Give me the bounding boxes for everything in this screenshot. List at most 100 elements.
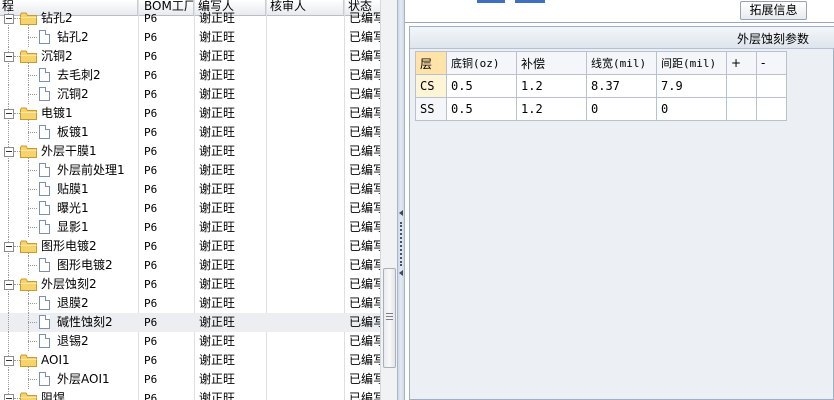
writer-cell: 谢正旺 [199,277,236,291]
remove-cell[interactable] [756,97,787,121]
group-title: 外层蚀刻参数 [736,32,809,46]
table-row[interactable]: CS 0.5 1.2 8.37 7.9 [415,74,787,98]
compensation-cell[interactable]: 1.2 [516,97,587,121]
table-row[interactable]: SS 0.5 1.2 0 0 [415,97,787,121]
header-layer[interactable]: 层 [415,51,447,75]
tree-row[interactable]: 碱性蚀刻2 P6 谢正旺 已编写 [0,313,380,332]
tree-row[interactable]: 图形电镀2 P6 谢正旺 已编写 [0,256,380,275]
line-width-cell[interactable]: 8.37 [586,74,657,98]
spacing-cell[interactable]: 7.9 [656,74,727,98]
writer-cell: 谢正旺 [199,125,236,139]
base-copper-cell[interactable]: 0.5 [446,74,517,98]
tree-node[interactable]: 去毛刺2 [0,66,138,85]
tree-connector-line [28,189,37,190]
add-cell[interactable] [726,74,757,98]
collapse-toggle-icon[interactable] [4,280,14,290]
bom-factory-cell: P6 [144,107,158,120]
reviewer-cell [270,28,340,47]
header-compensation[interactable]: 补偿 [516,51,587,75]
tree-row[interactable]: 外层干膜1 P6 谢正旺 已编写 [0,142,380,161]
tab-indicator[interactable] [477,0,505,3]
tree-row[interactable]: AOI1 P6 谢正旺 已编写 [0,351,380,370]
tree-row[interactable]: 沉铜2 P6 谢正旺 已编写 [0,47,380,66]
tree-node[interactable]: 退膜2 [0,294,138,313]
tree-connector-line [8,66,9,85]
layer-cell[interactable]: CS [415,74,447,98]
panel-splitter[interactable] [397,0,405,400]
tree-row[interactable]: 外层AOI1 P6 谢正旺 已编写 [0,370,380,389]
tree-node[interactable]: 钻孔2 [0,9,138,28]
add-column-button[interactable]: + [726,51,757,75]
document-icon [39,315,50,329]
tree-node[interactable]: AOI1 [0,351,138,370]
tree-node[interactable]: 外层蚀刻2 [0,275,138,294]
status-cell: 已编写 [349,391,380,400]
tree-node[interactable]: 贴膜1 [0,180,138,199]
header-line-width[interactable]: 线宽(mil) [586,51,657,75]
tree-row[interactable]: 图形电镀2 P6 谢正旺 已编写 [0,237,380,256]
tree-node[interactable]: 阻焊 [0,389,138,400]
tree-row[interactable]: 阻焊 P6 谢正旺 已编写 [0,389,380,400]
line-width-cell[interactable]: 0 [586,97,657,121]
tree-node[interactable]: 外层AOI1 [0,370,138,389]
extend-info-button[interactable]: 拓展信息 [740,1,807,20]
tree-node[interactable]: 电镀1 [0,104,138,123]
spacing-cell[interactable]: 0 [656,97,727,121]
tree-row[interactable]: 板镀1 P6 谢正旺 已编写 [0,123,380,142]
status-cell: 已编写 [349,353,380,367]
remove-cell[interactable] [756,74,787,98]
header-spacing[interactable]: 间距(mil) [656,51,727,75]
tree-node[interactable]: 图形电镀2 [0,237,138,256]
add-cell[interactable] [726,97,757,121]
tree-node-label: 碱性蚀刻2 [57,315,113,329]
base-copper-cell[interactable]: 0.5 [446,97,517,121]
collapse-toggle-icon[interactable] [4,109,14,119]
tree-node[interactable]: 碱性蚀刻2 [0,313,138,332]
collapse-toggle-icon[interactable] [4,52,14,62]
document-icon [39,125,50,139]
bom-factory-cell: P6 [144,259,158,272]
tree-node[interactable]: 沉铜2 [0,85,138,104]
tree-row[interactable]: 去毛刺2 P6 谢正旺 已编写 [0,66,380,85]
tree-node[interactable]: 外层干膜1 [0,142,138,161]
tree-node[interactable]: 钻孔2 [0,28,138,47]
vertical-scrollbar[interactable] [380,0,397,400]
tree-node[interactable]: 板镀1 [0,123,138,142]
collapse-toggle-icon[interactable] [4,356,14,366]
writer-cell: 谢正旺 [199,201,236,215]
tree-node[interactable]: 曝光1 [0,199,138,218]
layer-cell[interactable]: SS [415,97,447,121]
tree-row[interactable]: 电镀1 P6 谢正旺 已编写 [0,104,380,123]
tree-node[interactable]: 图形电镀2 [0,256,138,275]
scrollbar-thumb[interactable] [383,268,396,368]
tree-node[interactable]: 显影1 [0,218,138,237]
compensation-cell[interactable]: 1.2 [516,74,587,98]
collapse-toggle-icon[interactable] [4,14,14,24]
remove-column-button[interactable]: - [756,51,787,75]
document-icon [39,372,50,386]
tree-node-label: 外层干膜1 [41,144,97,158]
tree-row[interactable]: 沉铜2 P6 谢正旺 已编写 [0,85,380,104]
collapse-toggle-icon[interactable] [4,394,14,400]
collapse-toggle-icon[interactable] [4,242,14,252]
tab-indicator[interactable] [515,0,545,3]
tree-row[interactable]: 外层蚀刻2 P6 谢正旺 已编写 [0,275,380,294]
bom-factory-cell: P6 [144,12,158,25]
tree-node[interactable]: 退锡2 [0,332,138,351]
collapse-left-arrow-icon[interactable] [399,210,403,216]
header-base-copper[interactable]: 底铜(oz) [446,51,517,75]
tree-row[interactable]: 曝光1 P6 谢正旺 已编写 [0,199,380,218]
bom-factory-cell: P6 [144,278,158,291]
tree-node[interactable]: 外层前处理1 [0,161,138,180]
tree-row[interactable]: 显影1 P6 谢正旺 已编写 [0,218,380,237]
tree-node-label: 沉铜2 [57,87,89,101]
tree-row[interactable]: 退膜2 P6 谢正旺 已编写 [0,294,380,313]
tree-row[interactable]: 退锡2 P6 谢正旺 已编写 [0,332,380,351]
tree-row[interactable]: 外层前处理1 P6 谢正旺 已编写 [0,161,380,180]
tree-node[interactable]: 沉铜2 [0,47,138,66]
tree-row[interactable]: 贴膜1 P6 谢正旺 已编写 [0,180,380,199]
tree-row[interactable]: 钻孔2 P6 谢正旺 已编写 [0,28,380,47]
tree-row[interactable]: 钻孔2 P6 谢正旺 已编写 [0,9,380,28]
collapse-left-arrow-icon[interactable] [399,270,403,276]
collapse-toggle-icon[interactable] [4,147,14,157]
